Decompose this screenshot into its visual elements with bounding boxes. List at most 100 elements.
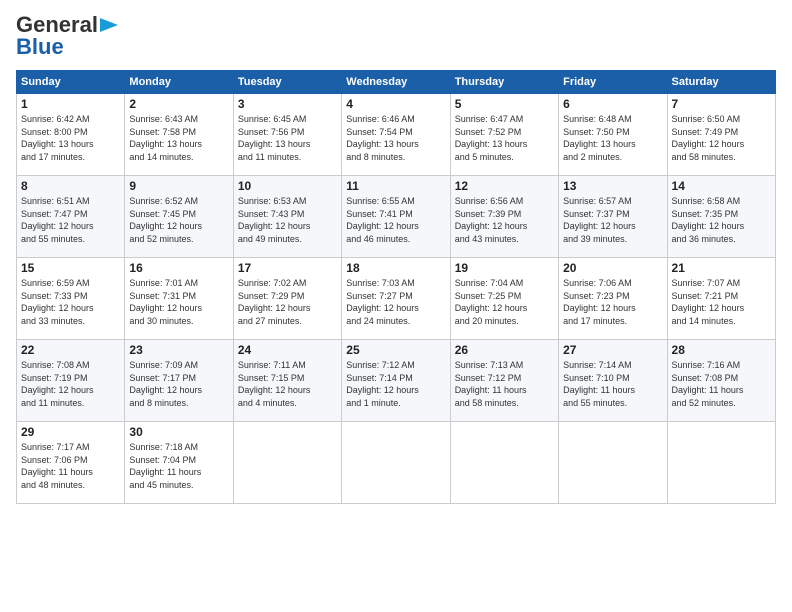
day-info: Sunrise: 6:50 AM Sunset: 7:49 PM Dayligh… [672,113,771,163]
day-info: Sunrise: 6:46 AM Sunset: 7:54 PM Dayligh… [346,113,445,163]
calendar-page: General Blue SundayMondayTuesdayWednesda… [0,0,792,612]
calendar-cell: 6 Sunrise: 6:48 AM Sunset: 7:50 PM Daylig… [559,94,667,176]
day-info: Sunrise: 6:52 AM Sunset: 7:45 PM Dayligh… [129,195,228,245]
day-info: Sunrise: 6:56 AM Sunset: 7:39 PM Dayligh… [455,195,554,245]
calendar-cell: 10 Sunrise: 6:53 AM Sunset: 7:43 PM Dayli… [233,176,341,258]
day-info: Sunrise: 6:51 AM Sunset: 7:47 PM Dayligh… [21,195,120,245]
calendar-cell: 15Sunrise: 6:59 AM Sunset: 7:33 PM Dayli… [17,258,125,340]
day-number: 5 [455,97,554,111]
calendar-cell: 28Sunrise: 7:16 AM Sunset: 7:08 PM Dayli… [667,340,775,422]
calendar-cell: 26 Sunrise: 7:13 AM Sunset: 7:12 PM Dayli… [450,340,558,422]
day-info: Sunrise: 6:58 AM Sunset: 7:35 PM Dayligh… [672,195,771,245]
calendar-cell: 8 Sunrise: 6:51 AM Sunset: 7:47 PM Daylig… [17,176,125,258]
day-number: 30 [129,425,228,439]
logo: General Blue [16,12,118,60]
logo-blue: Blue [16,34,64,60]
day-info: Sunrise: 6:53 AM Sunset: 7:43 PM Dayligh… [238,195,337,245]
day-number: 21 [672,261,771,275]
day-number: 14 [672,179,771,193]
day-info: Sunrise: 7:06 AM Sunset: 7:23 PM Dayligh… [563,277,662,327]
week-row-4: 22 Sunrise: 7:08 AM Sunset: 7:19 PM Dayli… [17,340,776,422]
week-row-5: 29 Sunrise: 7:17 AM Sunset: 7:06 PM Dayli… [17,422,776,504]
day-number: 2 [129,97,228,111]
calendar-cell [667,422,775,504]
day-number: 8 [21,179,120,193]
day-info: Sunrise: 6:43 AM Sunset: 7:58 PM Dayligh… [129,113,228,163]
calendar-cell: 16 Sunrise: 7:01 AM Sunset: 7:31 PM Dayli… [125,258,233,340]
calendar-cell: 5Sunrise: 6:47 AM Sunset: 7:52 PM Daylig… [450,94,558,176]
day-number: 17 [238,261,337,275]
weekday-header-saturday: Saturday [667,71,775,94]
day-info: Sunrise: 7:17 AM Sunset: 7:06 PM Dayligh… [21,441,120,491]
calendar-cell: 2 Sunrise: 6:43 AM Sunset: 7:58 PM Daylig… [125,94,233,176]
day-number: 4 [346,97,445,111]
calendar-cell: 29 Sunrise: 7:17 AM Sunset: 7:06 PM Dayli… [17,422,125,504]
calendar-cell: 22 Sunrise: 7:08 AM Sunset: 7:19 PM Dayli… [17,340,125,422]
calendar-cell: 30 Sunrise: 7:18 AM Sunset: 7:04 PM Dayli… [125,422,233,504]
day-info: Sunrise: 7:14 AM Sunset: 7:10 PM Dayligh… [563,359,662,409]
day-info: Sunrise: 7:01 AM Sunset: 7:31 PM Dayligh… [129,277,228,327]
calendar-cell: 4 Sunrise: 6:46 AM Sunset: 7:54 PM Daylig… [342,94,450,176]
calendar-cell [342,422,450,504]
calendar-cell: 9 Sunrise: 6:52 AM Sunset: 7:45 PM Daylig… [125,176,233,258]
calendar-cell: 23 Sunrise: 7:09 AM Sunset: 7:17 PM Dayli… [125,340,233,422]
day-info: Sunrise: 6:55 AM Sunset: 7:41 PM Dayligh… [346,195,445,245]
day-info: Sunrise: 6:45 AM Sunset: 7:56 PM Dayligh… [238,113,337,163]
week-row-1: 1 Sunrise: 6:42 AM Sunset: 8:00 PM Daylig… [17,94,776,176]
day-number: 11 [346,179,445,193]
day-info: Sunrise: 7:13 AM Sunset: 7:12 PM Dayligh… [455,359,554,409]
day-info: Sunrise: 7:09 AM Sunset: 7:17 PM Dayligh… [129,359,228,409]
weekday-header-row: SundayMondayTuesdayWednesdayThursdayFrid… [17,71,776,94]
calendar-cell: 14 Sunrise: 6:58 AM Sunset: 7:35 PM Dayli… [667,176,775,258]
day-info: Sunrise: 7:03 AM Sunset: 7:27 PM Dayligh… [346,277,445,327]
calendar-table: SundayMondayTuesdayWednesdayThursdayFrid… [16,70,776,504]
week-row-3: 15Sunrise: 6:59 AM Sunset: 7:33 PM Dayli… [17,258,776,340]
day-number: 23 [129,343,228,357]
calendar-cell: 21Sunrise: 7:07 AM Sunset: 7:21 PM Dayli… [667,258,775,340]
day-info: Sunrise: 7:11 AM Sunset: 7:15 PM Dayligh… [238,359,337,409]
calendar-cell [450,422,558,504]
calendar-body: 1 Sunrise: 6:42 AM Sunset: 8:00 PM Daylig… [17,94,776,504]
day-number: 6 [563,97,662,111]
calendar-cell: 20Sunrise: 7:06 AM Sunset: 7:23 PM Dayli… [559,258,667,340]
day-info: Sunrise: 7:18 AM Sunset: 7:04 PM Dayligh… [129,441,228,491]
calendar-cell: 11 Sunrise: 6:55 AM Sunset: 7:41 PM Dayli… [342,176,450,258]
header: General Blue [16,12,776,60]
day-info: Sunrise: 7:02 AM Sunset: 7:29 PM Dayligh… [238,277,337,327]
calendar-cell: 19 Sunrise: 7:04 AM Sunset: 7:25 PM Dayli… [450,258,558,340]
weekday-header-thursday: Thursday [450,71,558,94]
day-number: 1 [21,97,120,111]
day-number: 26 [455,343,554,357]
day-info: Sunrise: 6:48 AM Sunset: 7:50 PM Dayligh… [563,113,662,163]
day-number: 10 [238,179,337,193]
day-info: Sunrise: 7:04 AM Sunset: 7:25 PM Dayligh… [455,277,554,327]
day-number: 12 [455,179,554,193]
weekday-header-sunday: Sunday [17,71,125,94]
calendar-cell: 25 Sunrise: 7:12 AM Sunset: 7:14 PM Dayli… [342,340,450,422]
logo-arrow-icon [100,18,118,32]
weekday-header-wednesday: Wednesday [342,71,450,94]
day-number: 27 [563,343,662,357]
day-number: 22 [21,343,120,357]
day-info: Sunrise: 7:12 AM Sunset: 7:14 PM Dayligh… [346,359,445,409]
calendar-cell: 27 Sunrise: 7:14 AM Sunset: 7:10 PM Dayli… [559,340,667,422]
day-number: 29 [21,425,120,439]
day-number: 24 [238,343,337,357]
calendar-cell: 1 Sunrise: 6:42 AM Sunset: 8:00 PM Daylig… [17,94,125,176]
day-number: 25 [346,343,445,357]
week-row-2: 8 Sunrise: 6:51 AM Sunset: 7:47 PM Daylig… [17,176,776,258]
day-number: 15 [21,261,120,275]
calendar-cell: 13Sunrise: 6:57 AM Sunset: 7:37 PM Dayli… [559,176,667,258]
calendar-cell: 18Sunrise: 7:03 AM Sunset: 7:27 PM Dayli… [342,258,450,340]
day-info: Sunrise: 6:42 AM Sunset: 8:00 PM Dayligh… [21,113,120,163]
day-info: Sunrise: 6:57 AM Sunset: 7:37 PM Dayligh… [563,195,662,245]
calendar-cell [559,422,667,504]
day-number: 3 [238,97,337,111]
day-number: 16 [129,261,228,275]
day-info: Sunrise: 7:08 AM Sunset: 7:19 PM Dayligh… [21,359,120,409]
day-info: Sunrise: 7:16 AM Sunset: 7:08 PM Dayligh… [672,359,771,409]
day-number: 19 [455,261,554,275]
weekday-header-monday: Monday [125,71,233,94]
calendar-cell [233,422,341,504]
day-number: 9 [129,179,228,193]
